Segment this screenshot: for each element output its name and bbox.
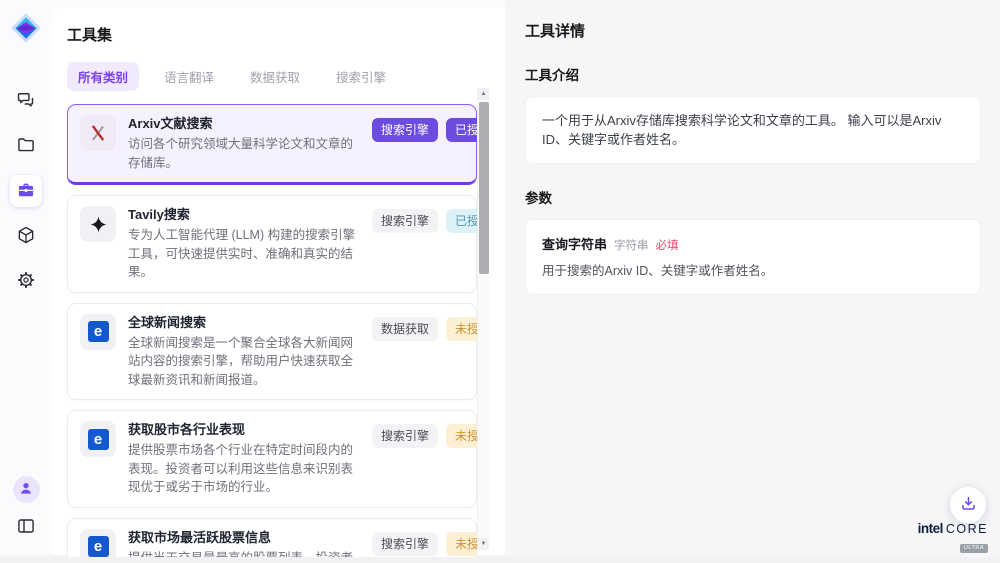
tool-name: 获取股市各行业表现 xyxy=(128,421,360,439)
tab-language-translation[interactable]: 语言翻译 xyxy=(153,62,225,91)
tool-list: Arxiv文献搜索 访问各个研究领域大量科学论文和文章的存储库。 搜索引擎 已授… xyxy=(67,104,477,563)
parameter-required-flag: 必填 xyxy=(656,237,679,253)
tool-description: 提供股票市场各个行业在特定时间段内的表现。投资者可以利用这些信息来识别表现优于或… xyxy=(128,441,360,497)
list-scrollbar[interactable]: ▲ ▼ xyxy=(477,88,489,550)
tool-list-panel: 工具集 所有类别 语言翻译 数据获取 搜索引擎 Arxiv文献搜索 访问各个研究… xyxy=(52,0,505,555)
tool-text: 全球新闻搜索 全球新闻搜索是一个聚合全球各大新闻网站内容的搜索引擎，帮助用户快速… xyxy=(128,314,360,390)
tool-name: Tavily搜索 xyxy=(128,206,360,224)
tool-intro-card: 一个用于从Arxiv存储库搜索科学论文和文章的工具。 输入可以是Arxiv ID… xyxy=(525,96,981,164)
tool-card[interactable]: Tavily搜索 专为人工智能代理 (LLM) 构建的搜索引擎工具，可快速提供实… xyxy=(67,195,477,293)
tool-category-badge: 搜索引擎 xyxy=(372,532,438,556)
tool-category-badge: 搜索引擎 xyxy=(372,118,438,142)
toolbox-icon xyxy=(16,180,36,203)
gear-icon xyxy=(16,270,36,293)
rail-nav xyxy=(10,85,42,297)
brand-intel: intel xyxy=(918,521,943,536)
tool-card[interactable]: e 全球新闻搜索 全球新闻搜索是一个聚合全球各大新闻网站内容的搜索引擎，帮助用户… xyxy=(67,303,477,401)
tool-badges: 数据获取 未授权 xyxy=(372,314,477,390)
nav-panel-toggle-button[interactable] xyxy=(10,511,42,543)
tool-detail-panel: 工具详情 工具介绍 一个用于从Arxiv存储库搜索科学论文和文章的工具。 输入可… xyxy=(505,0,1000,563)
tool-card[interactable]: Arxiv文献搜索 访问各个研究领域大量科学论文和文章的存储库。 搜索引擎 已授… xyxy=(67,104,477,185)
tool-auth-badge: 未授权 xyxy=(446,424,477,448)
nav-files-button[interactable] xyxy=(10,130,42,162)
tool-description: 专为人工智能代理 (LLM) 构建的搜索引擎工具，可快速提供实时、准确和真实的结… xyxy=(128,226,360,282)
tool-name: 全球新闻搜索 xyxy=(128,314,360,332)
tool-category-badge: 搜索引擎 xyxy=(372,424,438,448)
category-tabs: 所有类别 语言翻译 数据获取 搜索引擎 xyxy=(67,62,505,91)
arxiv-icon xyxy=(80,115,116,151)
tool-auth-badge: 未授权 xyxy=(446,317,477,341)
tavily-icon xyxy=(80,206,116,242)
folder-icon xyxy=(16,135,36,158)
chat-icon xyxy=(16,90,36,113)
scrollbar-up-arrow-icon[interactable]: ▲ xyxy=(478,88,489,100)
juhe-icon: e xyxy=(80,421,116,457)
parameter-card: 查询字符串 字符串 必填 用于搜索的Arxiv ID、关键字或作者姓名。 xyxy=(525,219,981,295)
tool-badges: 搜索引擎 未授权 xyxy=(372,421,477,497)
parameter-type: 字符串 xyxy=(614,237,649,253)
tool-text: 获取股市各行业表现 提供股票市场各个行业在特定时间段内的表现。投资者可以利用这些… xyxy=(128,421,360,497)
detail-title: 工具详情 xyxy=(525,20,980,41)
brand-core: core xyxy=(946,522,988,536)
tool-category-badge: 搜索引擎 xyxy=(372,209,438,233)
tool-name: Arxiv文献搜索 xyxy=(128,115,360,133)
tool-text: Tavily搜索 专为人工智能代理 (LLM) 构建的搜索引擎工具，可快速提供实… xyxy=(128,206,360,282)
tool-name: 获取市场最活跃股票信息 xyxy=(128,529,360,547)
nav-settings-button[interactable] xyxy=(10,265,42,297)
rail-bottom xyxy=(10,476,42,555)
window-bottom-edge xyxy=(0,557,1000,563)
person-icon xyxy=(18,480,34,499)
params-heading: 参数 xyxy=(525,187,980,207)
user-avatar[interactable] xyxy=(13,476,40,503)
nav-models-button[interactable] xyxy=(10,220,42,252)
page-title: 工具集 xyxy=(67,24,505,45)
tool-category-badge: 数据获取 xyxy=(372,317,438,341)
scrollbar-thumb[interactable] xyxy=(479,102,489,274)
nav-rail xyxy=(0,0,52,555)
tool-card[interactable]: e 获取股市各行业表现 提供股票市场各个行业在特定时间段内的表现。投资者可以利用… xyxy=(67,410,477,508)
nav-tools-button[interactable] xyxy=(10,175,42,207)
intel-core-logo: intelcore ultra xyxy=(918,521,988,553)
parameter-header: 查询字符串 字符串 必填 xyxy=(542,234,964,253)
tool-badges: 搜索引擎 已授权 xyxy=(372,115,477,172)
nav-chat-button[interactable] xyxy=(10,85,42,117)
brand-ultra-badge: ultra xyxy=(960,544,988,553)
juhe-icon: e xyxy=(80,314,116,350)
cube-icon xyxy=(16,225,36,248)
scrollbar-down-arrow-icon[interactable]: ▼ xyxy=(478,538,489,550)
app-logo-icon xyxy=(9,11,43,45)
intro-heading: 工具介绍 xyxy=(525,64,980,84)
tool-auth-badge: 已授权 xyxy=(446,209,477,233)
tool-description: 全球新闻搜索是一个聚合全球各大新闻网站内容的搜索引擎，帮助用户快速获取全球最新资… xyxy=(128,334,360,390)
parameter-description: 用于搜索的Arxiv ID、关键字或作者姓名。 xyxy=(542,262,964,280)
tab-all-categories[interactable]: 所有类别 xyxy=(67,62,139,91)
download-icon xyxy=(959,494,978,516)
tab-search-engine[interactable]: 搜索引擎 xyxy=(325,62,397,91)
tool-auth-badge: 已授权 xyxy=(446,118,477,142)
parameter-name: 查询字符串 xyxy=(542,234,607,253)
download-button[interactable] xyxy=(950,487,986,523)
tool-text: Arxiv文献搜索 访问各个研究领域大量科学论文和文章的存储库。 xyxy=(128,115,360,172)
tool-description: 访问各个研究领域大量科学论文和文章的存储库。 xyxy=(128,135,360,172)
tool-auth-badge: 未授权 xyxy=(446,532,477,556)
tab-data-acquisition[interactable]: 数据获取 xyxy=(239,62,311,91)
panel-toggle-icon xyxy=(16,516,36,539)
tool-badges: 搜索引擎 已授权 xyxy=(372,206,477,282)
